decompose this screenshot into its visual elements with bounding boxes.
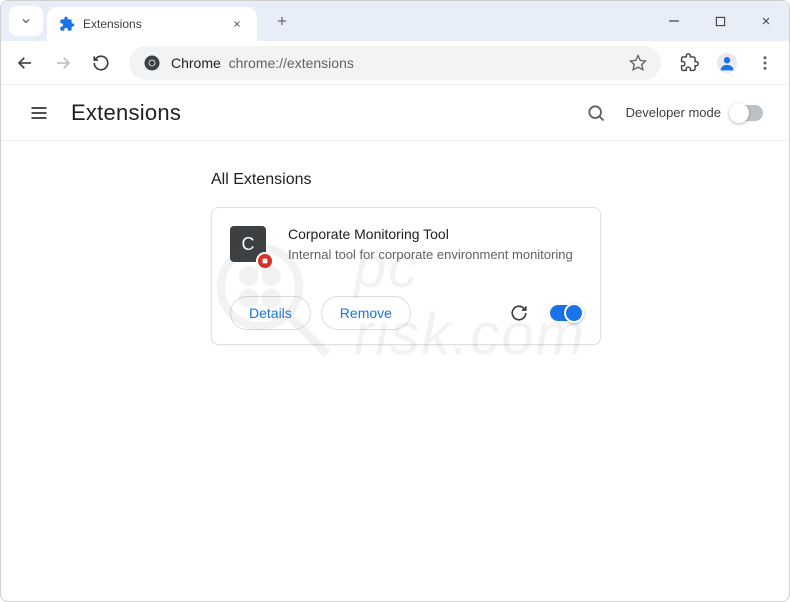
back-button[interactable] — [9, 47, 41, 79]
maximize-button[interactable] — [697, 1, 743, 41]
forward-button[interactable] — [47, 47, 79, 79]
page-title: Extensions — [71, 100, 181, 126]
omnibox-prefix: Chrome — [171, 55, 221, 71]
browser-toolbar: Chrome chrome://extensions — [1, 41, 789, 85]
new-tab-button[interactable] — [267, 6, 297, 36]
reload-icon — [510, 304, 528, 322]
maximize-icon — [715, 16, 726, 27]
extensions-page-header: Extensions Developer mode — [1, 85, 789, 141]
minimize-button[interactable] — [651, 1, 697, 41]
reload-icon — [92, 54, 110, 72]
close-window-button[interactable] — [743, 1, 789, 41]
extension-card: C Corporate Monitoring Tool Internal too… — [211, 207, 601, 345]
error-icon — [261, 257, 269, 265]
tab-title: Extensions — [83, 17, 229, 31]
tab-close-button[interactable] — [229, 16, 245, 32]
extension-error-badge — [256, 252, 274, 270]
minimize-icon — [668, 15, 680, 27]
details-button[interactable]: Details — [230, 296, 311, 330]
extension-icon — [59, 16, 75, 32]
extension-description: Internal tool for corporate environment … — [288, 246, 573, 264]
arrow-left-icon — [16, 54, 34, 72]
remove-button[interactable]: Remove — [321, 296, 411, 330]
omnibox-url-text: chrome://extensions — [229, 55, 354, 71]
menu-button[interactable] — [749, 47, 781, 79]
tab-search-button[interactable] — [9, 6, 43, 36]
close-icon — [232, 19, 242, 29]
search-icon — [586, 103, 606, 123]
puzzle-icon — [680, 53, 699, 72]
reload-button[interactable] — [85, 47, 117, 79]
chrome-icon — [143, 54, 161, 72]
extension-reload-button[interactable] — [504, 298, 534, 328]
developer-mode-label: Developer mode — [626, 105, 721, 120]
arrow-right-icon — [54, 54, 72, 72]
hamburger-icon — [29, 103, 49, 123]
omnibox-url — [221, 55, 229, 71]
extensions-content: All Extensions C Corporate Monitoring To… — [1, 141, 789, 345]
browser-tab[interactable]: Extensions — [47, 7, 257, 41]
extension-icon-wrap: C — [230, 226, 270, 266]
extension-enable-toggle[interactable] — [550, 305, 582, 321]
window-controls — [651, 1, 789, 41]
main-menu-button[interactable] — [21, 95, 57, 131]
close-icon — [760, 15, 772, 27]
plus-icon — [275, 14, 289, 28]
profile-button[interactable] — [711, 47, 743, 79]
developer-mode-toggle[interactable] — [731, 105, 763, 121]
search-button[interactable] — [578, 95, 614, 131]
dots-vertical-icon — [756, 54, 774, 72]
window-titlebar: Extensions — [1, 1, 789, 41]
section-title: All Extensions — [211, 171, 789, 189]
chevron-down-icon — [20, 15, 32, 27]
extension-name: Corporate Monitoring Tool — [288, 226, 573, 242]
user-icon — [716, 52, 738, 74]
bookmark-star-icon[interactable] — [629, 54, 647, 72]
address-bar[interactable]: Chrome chrome://extensions — [129, 46, 661, 80]
extensions-button[interactable] — [673, 47, 705, 79]
